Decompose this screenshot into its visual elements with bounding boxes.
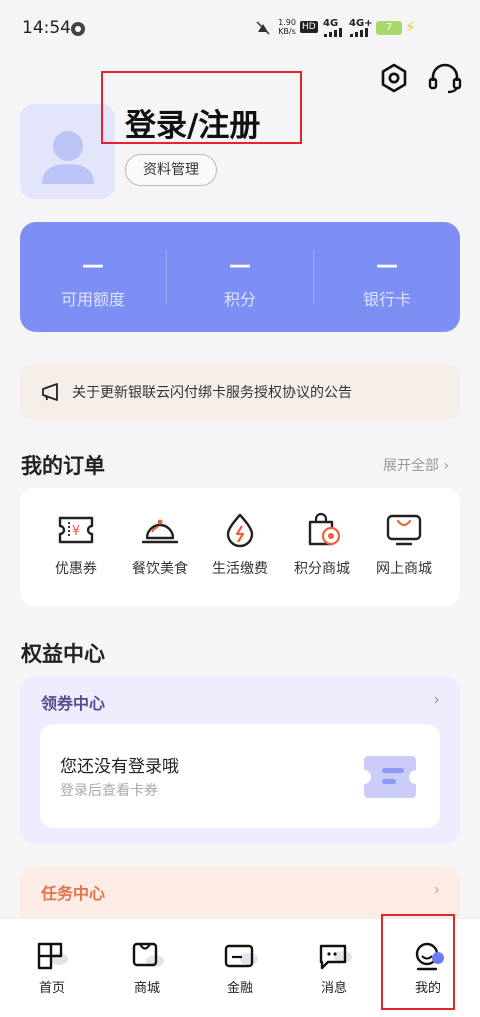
charging-icon: ⚡ [405, 18, 416, 36]
stat-points[interactable]: — 积分 [167, 222, 313, 332]
stat-value: — [376, 253, 398, 278]
announcement-text: 关于更新银联云闪付绑卡服务授权协议的公告 [72, 385, 352, 401]
coupon-icon: ¥ [58, 516, 94, 544]
signal-icon [324, 28, 342, 37]
nav-home[interactable]: 首页 [4, 941, 100, 996]
login-register-link[interactable]: 登录/注册 [125, 100, 260, 145]
coupon-login-prompt[interactable]: 您还没有登录哦 登录后查看卡券 [40, 724, 440, 828]
orders-card: ¥ 优惠券 餐饮美食 生活缴费 积分商城 网上商城 [20, 488, 460, 606]
highlight-box-profile [381, 914, 455, 1010]
stat-value: — [82, 253, 104, 278]
announcement-banner[interactable]: 关于更新银联云闪付绑卡服务授权协议的公告 [20, 364, 460, 420]
benefits-section-title: 权益中心 [21, 642, 105, 666]
hd-badge: HD [300, 21, 318, 33]
megaphone-icon [42, 383, 58, 401]
svg-text:¥: ¥ [72, 524, 80, 539]
app-notification-icon [71, 22, 85, 36]
stat-value: — [229, 253, 251, 278]
points-bag-icon [308, 512, 341, 546]
message-icon [319, 944, 352, 970]
nav-label: 首页 [38, 981, 65, 996]
status-bar: 14:54 1.90 KB/s HD 4G 4G+ 7 ⚡ [0, 0, 480, 56]
status-time: 14:54 [22, 18, 71, 38]
order-label: 优惠券 [55, 561, 97, 577]
nav-finance[interactable]: 金融 [192, 941, 288, 996]
order-label: 生活缴费 [212, 561, 268, 577]
order-points-mall[interactable]: 积分商城 [278, 512, 366, 578]
battery-icon: 7 [376, 21, 402, 35]
nav-label: 金融 [226, 981, 253, 996]
online-store-icon [386, 514, 422, 546]
customer-service-icon[interactable] [427, 62, 463, 94]
account-stats-card: — 可用额度 — 积分 — 银行卡 [20, 222, 460, 332]
task-center-title: 任务中心 [41, 884, 106, 903]
nav-mall[interactable]: 商城 [99, 941, 195, 996]
nav-label: 商城 [133, 981, 160, 996]
not-logged-in-subtext: 登录后查看卡券 [60, 783, 158, 799]
orders-section-title: 我的订单 [21, 454, 105, 478]
home-icon [37, 942, 68, 970]
stat-credit-limit[interactable]: — 可用额度 [20, 222, 166, 332]
expand-all-link[interactable]: 展开全部 › [383, 455, 449, 475]
network-speed: 1.90 KB/s [278, 18, 296, 36]
ticket-icon [364, 756, 416, 798]
order-label: 积分商城 [294, 561, 350, 577]
stat-label: 银行卡 [362, 290, 411, 309]
mute-icon [256, 21, 270, 35]
chevron-right-icon: › [433, 880, 440, 900]
order-coupon[interactable]: ¥ 优惠券 [32, 512, 120, 578]
settings-icon[interactable] [378, 62, 410, 94]
cloche-icon [141, 519, 179, 544]
order-online-store[interactable]: 网上商城 [360, 512, 448, 578]
order-utilities[interactable]: 生活缴费 [196, 512, 284, 578]
stat-bank-cards[interactable]: — 银行卡 [314, 222, 460, 332]
profile-manage-button[interactable]: 资料管理 [125, 154, 217, 186]
coupon-center-title: 领券中心 [41, 694, 106, 713]
coupon-center-card[interactable]: 领券中心 › 您还没有登录哦 登录后查看卡券 [20, 676, 460, 844]
mall-icon [132, 942, 164, 967]
stat-label: 可用额度 [60, 290, 125, 309]
order-label: 餐饮美食 [132, 561, 188, 577]
nav-label: 消息 [320, 981, 347, 996]
order-label: 网上商城 [376, 561, 432, 577]
finance-icon [224, 944, 258, 968]
order-dining[interactable]: 餐饮美食 [116, 512, 204, 578]
not-logged-in-text: 您还没有登录哦 [60, 757, 179, 777]
stat-label: 积分 [223, 290, 256, 309]
nav-messages[interactable]: 消息 [286, 941, 382, 996]
chevron-right-icon: › [433, 690, 440, 710]
signal-icon-2 [350, 28, 368, 37]
utility-icon [226, 513, 254, 548]
